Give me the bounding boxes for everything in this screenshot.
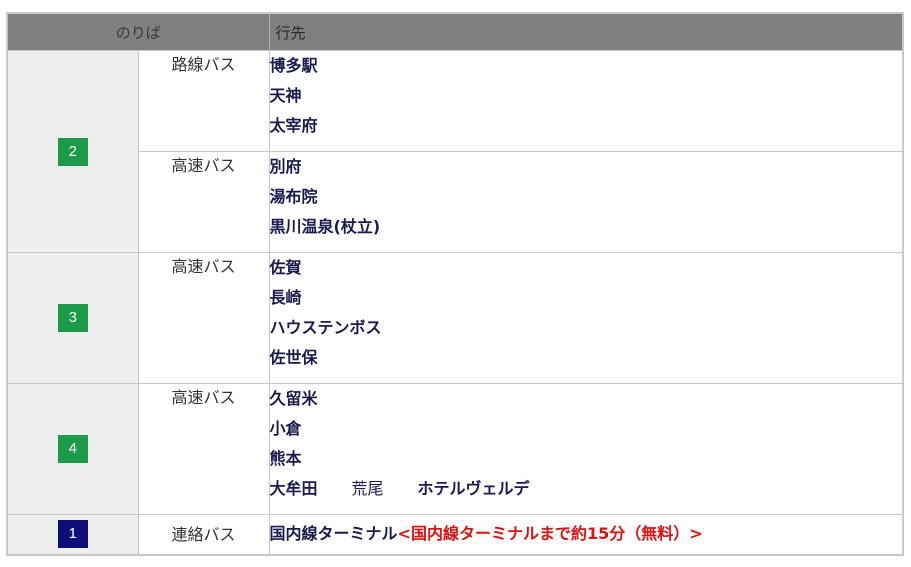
table-row: 1 連絡バス 国内線ターミナル<国内線ターミナルまで約15分（無料）> <box>7 514 904 555</box>
destination-item: 国内線ターミナル <box>269 524 398 543</box>
destination-item: ホテルヴェルデ <box>417 479 530 498</box>
destination-item: 博多駅 <box>269 56 318 75</box>
destination-with-note: 国内線ターミナル<国内線ターミナルまで約15分（無料）> <box>270 519 903 549</box>
header-destination: 行先 <box>269 13 904 51</box>
destination-multi-line: 大牟田 荒尾 ホテルヴェルデ <box>270 474 903 504</box>
destination-item: 久留米 <box>269 389 318 408</box>
bus-type: 高速バス <box>138 151 270 253</box>
destination-list: 久留米 小倉 熊本 大牟田 荒尾 ホテルヴェルデ <box>269 383 904 515</box>
bus-type: 連絡バス <box>138 514 270 555</box>
destination-item: 湯布院 <box>269 187 318 206</box>
platform-cell: 1 <box>7 514 139 555</box>
bus-type: 高速バス <box>138 383 270 515</box>
destination-item: ハウステンボス <box>269 318 382 337</box>
platform-cell: 3 <box>7 252 139 384</box>
table-row: 3 高速バス 佐賀 長崎 ハウステンボス 佐世保 <box>7 252 904 384</box>
destination-list: 佐賀 長崎 ハウステンボス 佐世保 <box>269 252 904 384</box>
destination-item: 別府 <box>269 157 302 176</box>
table-row: 4 高速バス 久留米 小倉 熊本 大牟田 荒尾 ホテルヴェルデ <box>7 383 904 515</box>
bus-platform-table-container: のりば 行先 2 路線バス 博多駅 天神 太宰府 高速バス 別府 湯布院 黒川温… <box>6 12 905 556</box>
destination-item: 黒川温泉(杖立) <box>269 217 381 236</box>
platform-badge: 3 <box>57 304 88 332</box>
destination-item: 佐賀 <box>269 258 302 277</box>
destination-list: 博多駅 天神 太宰府 <box>269 50 904 152</box>
destination-item: 荒尾 <box>351 479 384 498</box>
bus-platform-table: のりば 行先 2 路線バス 博多駅 天神 太宰府 高速バス 別府 湯布院 黒川温… <box>6 12 905 556</box>
platform-badge: 4 <box>57 435 88 463</box>
shuttle-note: <国内線ターミナルまで約15分（無料）> <box>397 524 703 543</box>
destination-item: 佐世保 <box>269 348 318 367</box>
platform-cell: 2 <box>7 50 139 253</box>
destination-list: 別府 湯布院 黒川温泉(杖立) <box>269 151 904 253</box>
destination-list: 国内線ターミナル<国内線ターミナルまで約15分（無料）> <box>269 514 904 555</box>
destination-item: 小倉 <box>269 419 302 438</box>
header-noriba: のりば <box>7 13 270 51</box>
platform-cell: 4 <box>7 383 139 515</box>
destination-item: 大牟田 <box>269 479 318 498</box>
table-row: 高速バス 別府 湯布院 黒川温泉(杖立) <box>7 151 904 253</box>
table-header-row: のりば 行先 <box>7 13 904 51</box>
table-row: 2 路線バス 博多駅 天神 太宰府 <box>7 50 904 253</box>
destination-item: 天神 <box>269 86 302 105</box>
platform-badge: 1 <box>57 520 88 549</box>
platform-badge: 2 <box>57 137 88 166</box>
bus-type: 高速バス <box>138 252 270 384</box>
destination-item: 太宰府 <box>269 116 318 135</box>
destination-item: 長崎 <box>269 288 302 307</box>
bus-type: 路線バス <box>138 50 270 152</box>
destination-item: 熊本 <box>269 449 302 468</box>
